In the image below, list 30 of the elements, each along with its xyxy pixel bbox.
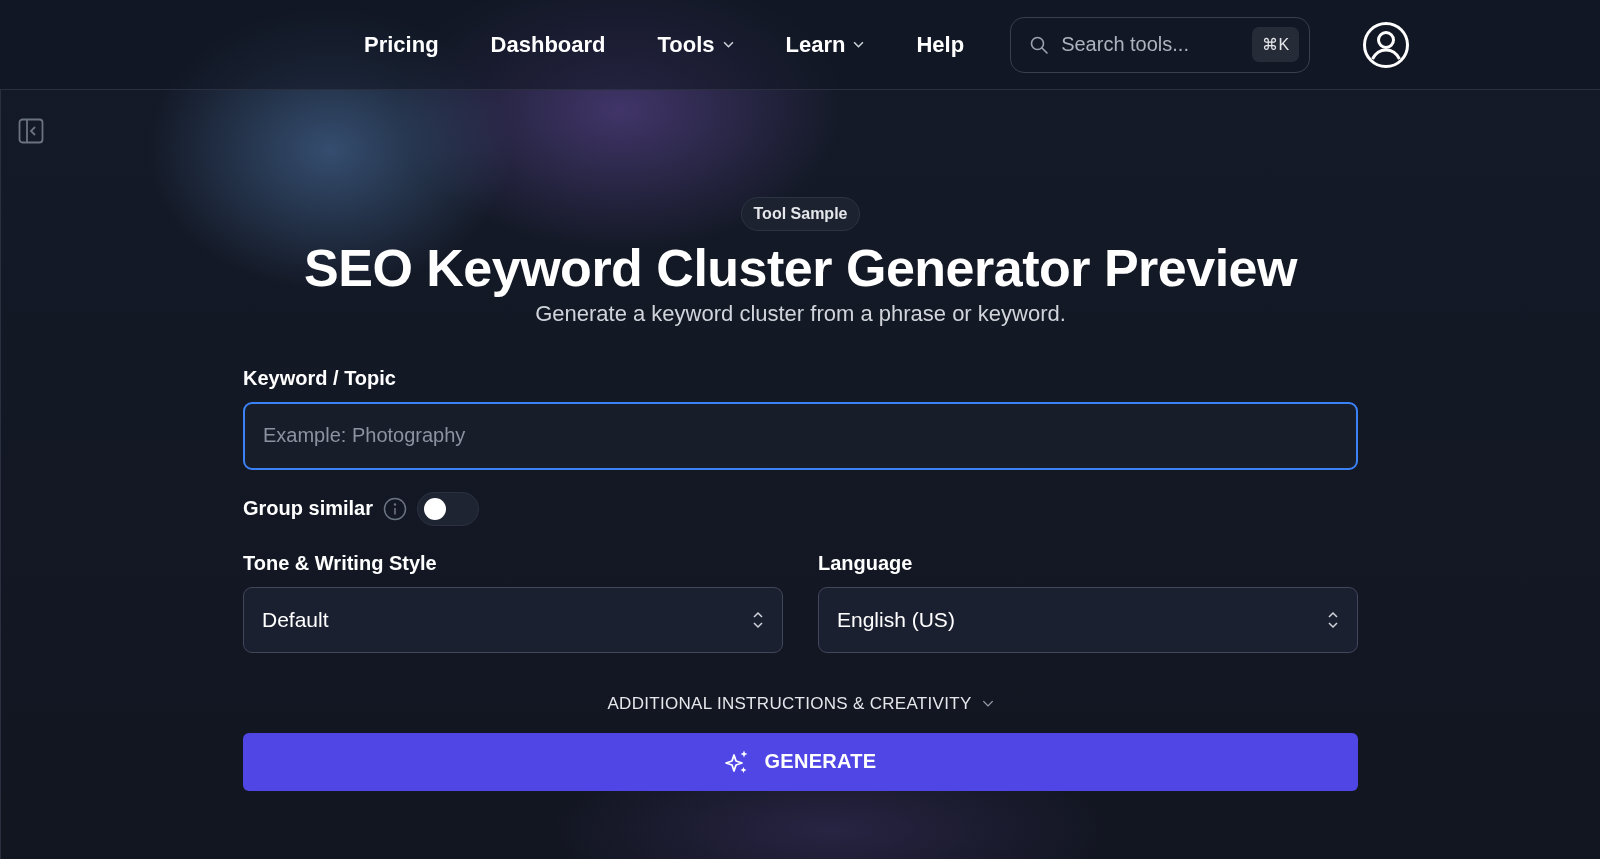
- keyword-input-field[interactable]: Example: Photography: [243, 401, 1358, 470]
- chevron-down-icon: [722, 41, 734, 48]
- generate-button[interactable]: GENERATE: [243, 732, 1358, 791]
- field-label: Tone & Writing Style: [243, 551, 438, 575]
- toggle-label: Group similar: [243, 497, 374, 521]
- additional-instructions-toggle[interactable]: ADDITIONAL INSTRUCTIONS & CREATIVITY: [601, 692, 1000, 715]
- select-dropdown[interactable]: English (US): [818, 586, 1358, 653]
- search-field[interactable]: Search tools...: [1059, 32, 1243, 57]
- chevron-icon: [981, 700, 994, 708]
- nav-link[interactable]: Tools: [631, 31, 760, 58]
- search-bar[interactable]: Search tools... ⌘K: [1010, 16, 1311, 73]
- toggle-switch[interactable]: [417, 491, 480, 526]
- up-down-chevron-icon: [752, 610, 764, 629]
- sidebar-toggle-icon[interactable]: [18, 118, 44, 144]
- page-title: SEO Keyword Cluster Generator Preview: [304, 239, 1297, 299]
- nav-link[interactable]: Learn: [759, 31, 891, 58]
- field-label: Keyword / Topic: [243, 366, 397, 390]
- field-label: Language: [818, 551, 914, 575]
- search-icon: [1029, 34, 1050, 55]
- page-subtitle: Generate a keyword cluster from a phrase or keyword.: [535, 300, 1066, 327]
- select-dropdown[interactable]: Default: [243, 586, 783, 653]
- info-icon[interactable]: [383, 496, 408, 521]
- nav-link[interactable]: Pricing: [338, 31, 465, 58]
- chevron-down-icon: [853, 41, 865, 48]
- user-avatar-icon[interactable]: [1362, 20, 1411, 69]
- up-down-chevron-icon: [1327, 610, 1339, 629]
- keyboard-shortcut: ⌘K: [1252, 27, 1300, 62]
- nav-link[interactable]: Dashboard: [464, 31, 632, 58]
- tool-sample-badge: Tool Sample: [740, 197, 861, 231]
- nav-link[interactable]: Help: [890, 31, 991, 58]
